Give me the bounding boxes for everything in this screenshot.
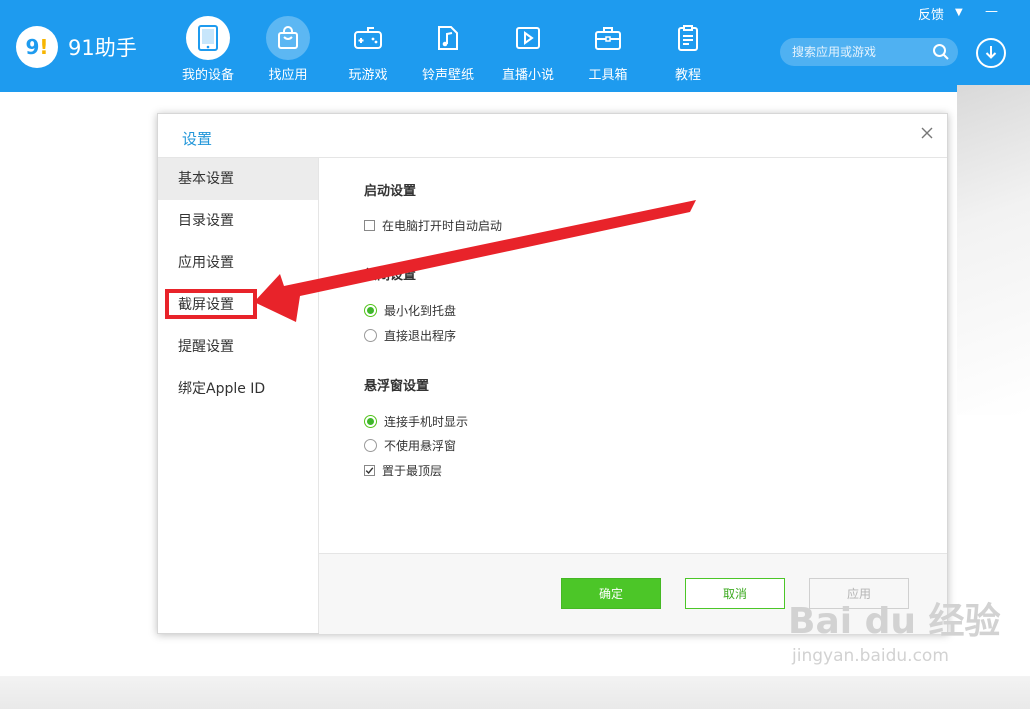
search-box	[780, 38, 958, 66]
minimize-button[interactable]: —	[985, 4, 998, 19]
search-input[interactable]	[792, 38, 922, 66]
nav-item-find-apps[interactable]: 找应用	[248, 0, 328, 92]
section-title-float: 悬浮窗设置	[364, 379, 430, 394]
option-exit-directly[interactable]: 直接退出程序	[364, 327, 456, 343]
logo-icon: 9!	[16, 26, 58, 68]
top-bar: 9! 91助手 我的设备 找应用 玩游戏 铃声壁纸 直播小说 工具箱 教程 搜索…	[0, 0, 1030, 92]
checkbox[interactable]	[364, 219, 375, 231]
menu-dropdown-icon[interactable]: ▼	[955, 7, 963, 18]
radio-button[interactable]	[364, 414, 377, 428]
toolbox-icon	[586, 16, 630, 60]
cancel-button[interactable]: 取消	[685, 578, 785, 609]
play-icon	[506, 16, 550, 60]
app-logo: 9! 91助手	[16, 26, 137, 68]
section-title-startup: 启动设置	[364, 184, 417, 199]
watermark-logo: Bai du 经验	[788, 601, 1001, 642]
nav-item-ringtones[interactable]: 铃声壁纸	[408, 0, 488, 92]
nav-item-tutorial[interactable]: 教程	[648, 0, 728, 92]
settings-dialog: 设置 基本设置 目录设置 应用设置 截屏设置 提醒设置 绑定Apple ID 启…	[157, 113, 948, 634]
option-auto-start[interactable]: 在电脑打开时自动启动	[364, 217, 502, 233]
settings-sidebar: 基本设置 目录设置 应用设置 截屏设置 提醒设置 绑定Apple ID	[158, 158, 319, 633]
download-icon[interactable]	[976, 38, 1006, 68]
watermark: Bai du 经验 jingyan.baidu.com	[788, 592, 1001, 684]
sidebar-item-basic[interactable]: 基本设置	[158, 158, 318, 200]
dialog-title: 设置	[182, 130, 213, 148]
radio-button[interactable]	[364, 328, 377, 342]
watermark-url: jingyan.baidu.com	[792, 646, 949, 666]
option-always-on-top[interactable]: 置于最顶层	[364, 462, 442, 478]
app-name: 91助手	[68, 36, 137, 60]
nav-item-games[interactable]: 玩游戏	[328, 0, 408, 92]
checkmark-icon	[365, 466, 374, 474]
nav-item-live-novels[interactable]: 直播小说	[488, 0, 568, 92]
feedback-link[interactable]: 反馈	[918, 4, 944, 23]
radio-button[interactable]	[364, 438, 377, 452]
section-title-close: 关闭设置	[364, 268, 417, 283]
settings-content: 启动设置 在电脑打开时自动启动 关闭设置 最小化到托盘 直接退出程序 悬浮窗设置…	[319, 158, 947, 553]
background-panel	[957, 85, 1030, 415]
tablet-icon	[186, 16, 230, 60]
clipboard-icon	[666, 16, 710, 60]
ok-button[interactable]: 确定	[561, 578, 661, 609]
sidebar-item-apple-id[interactable]: 绑定Apple ID	[158, 368, 318, 410]
option-show-on-connect[interactable]: 连接手机时显示	[364, 413, 468, 429]
highlight-box	[165, 289, 257, 319]
music-note-icon	[426, 16, 470, 60]
search-icon[interactable]	[932, 43, 950, 61]
radio-button[interactable]	[364, 303, 377, 317]
close-icon[interactable]	[918, 124, 936, 142]
nav-item-my-device[interactable]: 我的设备	[168, 0, 248, 92]
option-minimize-tray[interactable]: 最小化到托盘	[364, 302, 456, 318]
option-no-float[interactable]: 不使用悬浮窗	[364, 437, 456, 453]
sidebar-item-reminder[interactable]: 提醒设置	[158, 326, 318, 368]
checkbox[interactable]	[364, 464, 375, 476]
sidebar-item-directory[interactable]: 目录设置	[158, 200, 318, 242]
nav-item-toolbox[interactable]: 工具箱	[568, 0, 648, 92]
shopping-bag-icon	[266, 16, 310, 60]
gamepad-icon	[346, 16, 390, 60]
sidebar-item-apps[interactable]: 应用设置	[158, 242, 318, 284]
